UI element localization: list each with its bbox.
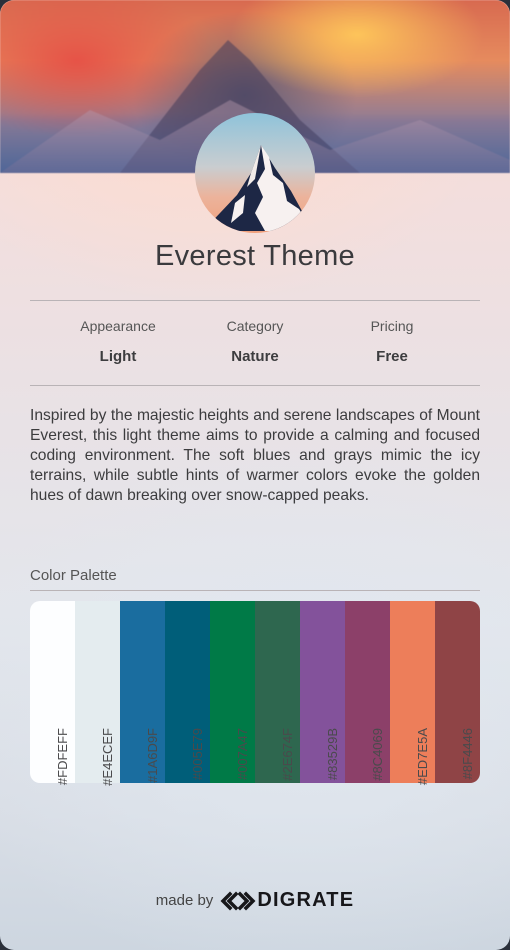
meta-value: Nature	[231, 348, 279, 365]
hex-code-label[interactable]: #E4ECEF	[100, 728, 115, 790]
theme-meta: Appearance Light Category Nature Pricing…	[50, 318, 460, 365]
hex-code-cell: #2E674F	[255, 728, 300, 856]
meta-pricing: Pricing Free	[324, 318, 460, 365]
meta-label: Appearance	[80, 318, 156, 334]
divider	[30, 300, 480, 301]
theme-card: Everest Theme Appearance Light Category …	[0, 0, 510, 950]
theme-description: Inspired by the majestic heights and ser…	[30, 407, 480, 504]
palette-heading: Color Palette	[30, 567, 117, 584]
hex-code-cell: #007A47	[210, 728, 255, 856]
hex-code-label[interactable]: #005E79	[190, 728, 205, 790]
meta-appearance: Appearance Light	[50, 318, 186, 365]
hex-code-cell: #8C4069	[345, 728, 390, 856]
color-palette	[30, 601, 480, 783]
hex-code-cell: #1A6D9F	[120, 728, 165, 856]
hex-code-cell: #83529B	[300, 728, 345, 856]
hex-code-cell: #FDFEFF	[30, 728, 75, 856]
divider	[30, 590, 480, 591]
hex-code-label[interactable]: #8C4069	[370, 728, 385, 790]
color-hex-codes: #FDFEFF #E4ECEF #1A6D9F #005E79 #007A47 #2E67…	[30, 728, 480, 856]
theme-logo-avatar	[195, 113, 315, 233]
divider	[30, 385, 480, 386]
hex-code-label[interactable]: #83529B	[325, 728, 340, 790]
hex-code-cell: #8F4446	[435, 728, 480, 856]
logo-wordmark: DIGRATE	[257, 889, 355, 911]
meta-category: Category Nature	[187, 318, 323, 365]
code-brackets-logo-icon	[220, 891, 256, 910]
codigrate-logo[interactable]: DIGRATE	[220, 889, 354, 912]
meta-label: Pricing	[370, 318, 414, 334]
meta-label: Category	[226, 318, 284, 334]
hex-code-cell: #ED7E5A	[390, 728, 435, 856]
theme-title: Everest Theme	[154, 240, 355, 272]
hex-code-label[interactable]: #ED7E5A	[415, 728, 430, 790]
hex-code-label[interactable]: #8F4446	[460, 728, 475, 790]
hex-code-cell: #005E79	[165, 728, 210, 856]
made-by-credit[interactable]: made by DIGRATE	[0, 889, 510, 912]
hex-code-label[interactable]: #007A47	[235, 728, 250, 790]
hex-code-cell: #E4ECEF	[75, 728, 120, 856]
hex-code-label[interactable]: #1A6D9F	[145, 728, 160, 790]
hex-code-label[interactable]: #2E674F	[280, 728, 295, 790]
meta-value: Light	[99, 348, 137, 365]
hex-code-label[interactable]: #FDFEFF	[55, 728, 70, 790]
mountain-icon	[203, 145, 313, 231]
credit-prefix: made by	[155, 892, 214, 909]
meta-value: Free	[376, 348, 408, 365]
